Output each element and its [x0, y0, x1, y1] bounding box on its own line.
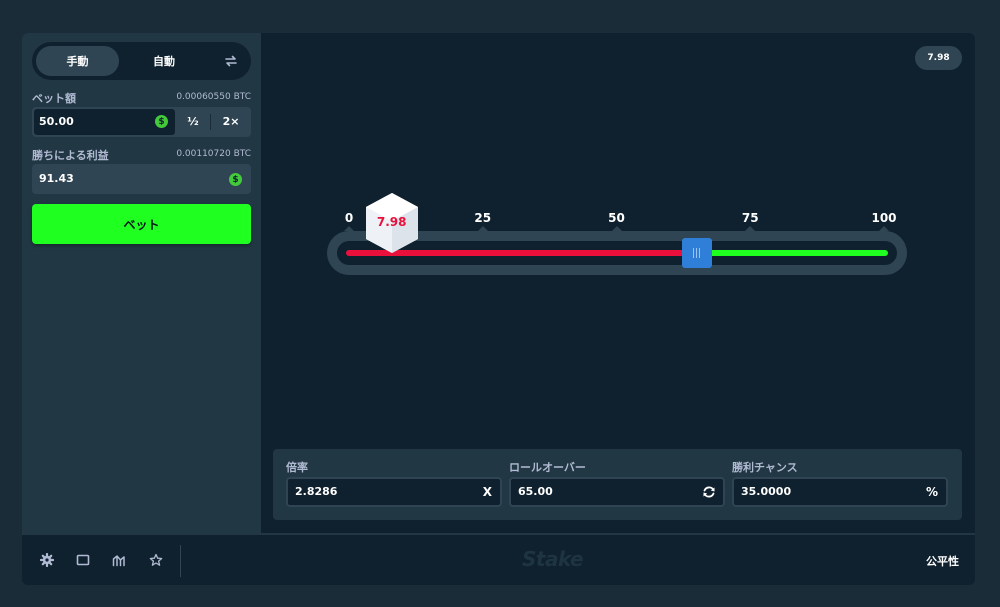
auto-mode-tab[interactable]: 自動	[124, 46, 204, 76]
swap-arrows-icon[interactable]	[223, 53, 239, 69]
bet-amount-value: 50.00	[39, 115, 74, 128]
refresh-icon[interactable]	[702, 485, 716, 499]
slider-tick-label: 75	[741, 211, 759, 225]
profit-value: 91.43	[39, 172, 74, 185]
divider	[180, 545, 181, 577]
slider-tick-label: 100	[871, 211, 897, 225]
mode-toggle: 手動 自動	[32, 42, 251, 80]
fairness-link[interactable]: 公平性	[926, 553, 959, 569]
bet-sidebar: 手動 自動 ベット額 0.00060550 BTC 50.00 $ ½ 2× 勝…	[22, 33, 261, 533]
win-chance-input[interactable]: 35.0000 %	[732, 477, 948, 507]
slider-handle[interactable]	[681, 238, 712, 268]
roll-over-input[interactable]: 65.00	[509, 477, 725, 507]
game-frame: 手動 自動 ベット額 0.00060550 BTC 50.00 $ ½ 2× 勝…	[22, 33, 975, 585]
percent-icon: %	[925, 485, 938, 499]
manual-mode-tab[interactable]: 手動	[36, 46, 119, 76]
roll-over-label: ロールオーバー	[509, 461, 586, 474]
win-chance-label: 勝利チャンス	[732, 461, 798, 474]
multiplier-value: 2.8286	[295, 485, 338, 498]
bet-button[interactable]: ベット	[32, 204, 251, 244]
win-range-bar	[696, 250, 888, 256]
slider-tick-label: 25	[474, 211, 492, 225]
win-chance-value: 35.0000	[741, 485, 792, 498]
profit-field: 91.43 $	[32, 164, 251, 194]
slider-tick-label: 0	[344, 211, 354, 225]
coin-icon: $	[155, 115, 168, 128]
divider	[210, 114, 211, 130]
footer-bar: Stake 公平性	[22, 533, 975, 585]
multiplier-x-icon: X	[482, 485, 492, 499]
dice-value: 7.98	[376, 215, 407, 229]
bet-amount-btc: 0.00060550 BTC	[176, 92, 251, 102]
double-bet-button[interactable]: 2×	[212, 107, 250, 137]
coin-icon: $	[229, 173, 242, 186]
bet-amount-label: ベット額	[32, 92, 76, 105]
bet-amount-input[interactable]: 50.00 $	[34, 109, 175, 135]
screen-icon[interactable]	[76, 553, 90, 567]
last-result-badge[interactable]: 7.98	[915, 46, 962, 70]
multiplier-label: 倍率	[286, 461, 308, 474]
multiplier-input[interactable]: 2.8286 X	[286, 477, 502, 507]
half-bet-button[interactable]: ½	[177, 107, 209, 137]
roll-over-value: 65.00	[518, 485, 553, 498]
gear-icon[interactable]	[40, 553, 54, 567]
profit-label: 勝ちによる利益	[32, 149, 109, 162]
profit-btc: 0.00110720 BTC	[176, 149, 251, 159]
dice-result: 7.98	[364, 191, 420, 255]
slider-tick-label: 50	[608, 211, 625, 225]
star-icon[interactable]	[149, 553, 163, 567]
bet-amount-control: 50.00 $ ½ 2×	[32, 107, 251, 137]
stats-chart-icon[interactable]	[112, 553, 126, 567]
stake-logo: Stake	[522, 547, 584, 571]
stats-panel: 倍率 2.8286 X ロールオーバー 65.00 勝利チャンス 35.0000…	[273, 449, 962, 520]
